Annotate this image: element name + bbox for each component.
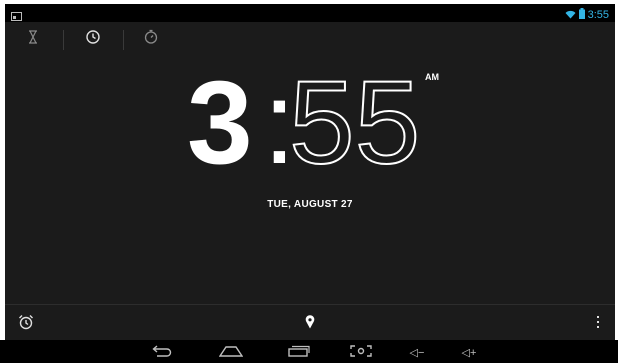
tab-stopwatch[interactable] [123,24,179,54]
screenshot-button[interactable] [348,343,374,361]
navigation-bar: ◁− ◁+ [0,340,618,363]
volume-up-button[interactable]: ◁+ [456,343,482,361]
cities-button[interactable] [299,313,321,335]
home-icon [218,345,244,360]
overflow-menu-button[interactable] [587,313,609,335]
battery-icon [578,6,585,24]
recent-apps-icon [288,345,310,360]
hourglass-icon [28,29,38,49]
volume-down-icon: ◁− [409,346,425,359]
screenshot-icon [350,344,372,360]
bottom-action-bar [5,304,615,340]
status-time: 3:55 [587,9,609,21]
clock-hour: 3 [187,57,253,189]
volume-down-button[interactable]: ◁− [404,343,430,361]
tab-clock[interactable] [65,24,121,54]
stopwatch-icon [144,29,158,49]
clock-minutes: 55 [288,57,421,189]
tab-timer[interactable] [5,24,61,54]
clock-screen: 3:55 3 : 55 AM TUE, AUGUST 27 [5,4,615,340]
tab-divider [63,30,64,50]
home-button[interactable] [218,343,244,361]
alarm-icon [18,314,34,335]
status-bar: 3:55 [5,4,615,22]
mode-tabs [5,24,185,54]
alarm-button[interactable] [15,313,37,335]
recent-apps-button[interactable] [286,343,312,361]
back-icon [152,344,174,360]
location-pin-icon [305,314,315,334]
volume-up-icon: ◁+ [461,346,477,359]
screenshot-icon [11,8,22,21]
clock-ampm: AM [425,72,439,82]
clock-icon [86,29,100,49]
clock-date: TUE, AUGUST 27 [267,199,353,210]
wifi-icon [565,6,576,24]
overflow-menu-icon [596,315,600,334]
back-button[interactable] [150,343,176,361]
